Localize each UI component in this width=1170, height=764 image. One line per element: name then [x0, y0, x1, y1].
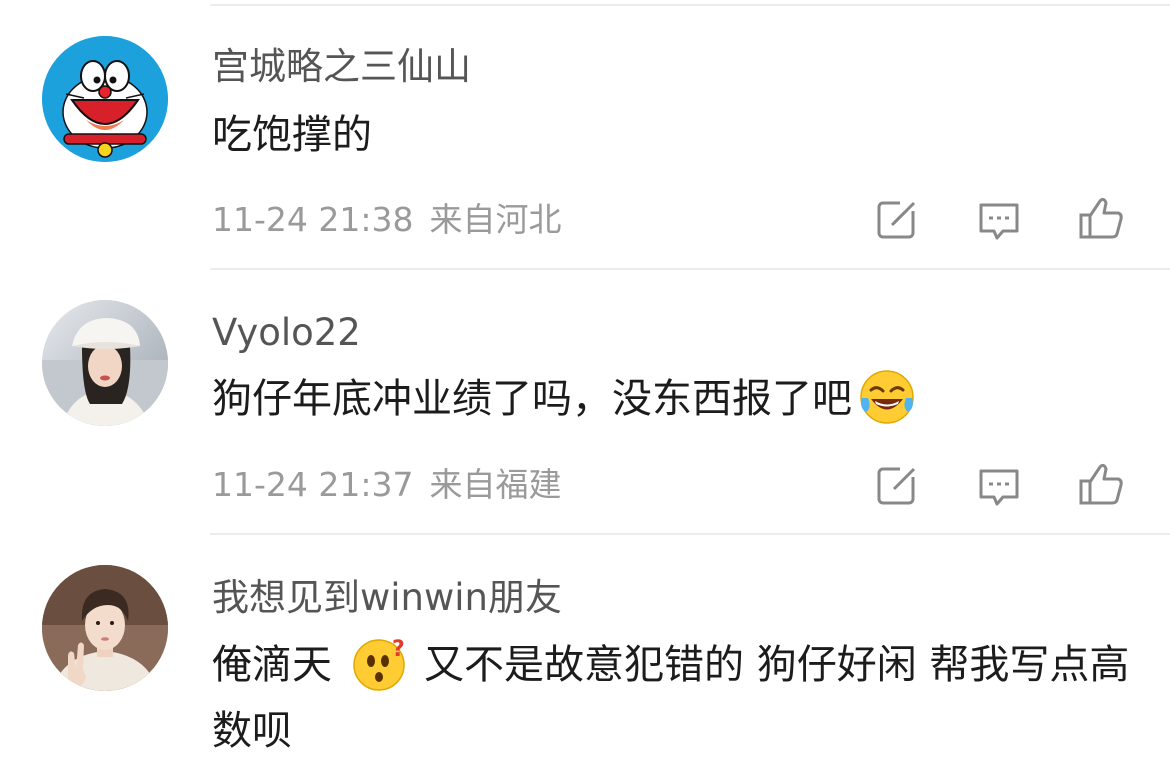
comment-location: 来自河北 — [429, 200, 562, 239]
young-man-peace-sign-avatar-icon — [42, 565, 168, 691]
comment-time: 11-24 21:37 — [212, 465, 414, 504]
comment-text-main: 狗仔年底冲业绩了吗，没东西报了吧 — [212, 376, 852, 422]
girl-white-hat-avatar-icon — [42, 300, 168, 426]
username[interactable]: Vyolo22 — [212, 314, 361, 351]
repost-button[interactable] — [873, 462, 921, 510]
comment-item: 我想见到winwin朋友 俺滴天 ? 又不是故意犯错的 狗仔好闲 帮我写点高数呗 — [0, 535, 1170, 759]
comment-text-continued: 又不是故意犯错的 狗仔好闲 帮我写点高数呗 — [212, 642, 1130, 754]
repost-icon — [877, 197, 920, 239]
avatar[interactable] — [42, 300, 168, 426]
comment-text-main: 俺滴天 — [212, 642, 332, 688]
username[interactable]: 宫城略之三仙山 — [212, 48, 471, 85]
svg-text:?: ? — [392, 637, 405, 662]
comment-icon — [979, 203, 1019, 240]
comment-text: 俺滴天 ? 又不是故意犯错的 狗仔好闲 帮我写点高数呗 — [212, 632, 1152, 764]
comment-location: 来自福建 — [429, 465, 562, 504]
like-icon — [1079, 463, 1123, 505]
comment-meta: 11-24 21:38 来自河北 — [212, 203, 561, 236]
comment-item: Vyolo22 狗仔年底冲业绩了吗，没东西报了吧 11-24 21:37 来自福建 — [0, 270, 1170, 536]
laughing-crying-emoji-icon — [858, 368, 916, 426]
repost-icon — [877, 463, 920, 505]
like-button[interactable] — [1077, 460, 1125, 508]
avatar[interactable] — [42, 565, 168, 691]
comment-text: 狗仔年底冲业绩了吗，没东西报了吧 — [212, 366, 1152, 432]
comment-icon — [979, 469, 1019, 506]
comment-item: 宫城略之三仙山 吃饱撑的 11-24 21:38 来自河北 — [0, 0, 1170, 270]
comment-text: 吃饱撑的 — [212, 112, 372, 158]
doraemon-avatar-icon — [42, 36, 168, 162]
like-button[interactable] — [1077, 194, 1125, 242]
comment-time: 11-24 21:38 — [212, 200, 414, 239]
confused-face-emoji-icon: ? — [352, 634, 410, 692]
username[interactable]: 我想见到winwin朋友 — [212, 579, 562, 616]
repost-button[interactable] — [873, 196, 921, 244]
like-icon — [1079, 197, 1123, 239]
comment-meta: 11-24 21:37 来自福建 — [212, 468, 561, 501]
avatar[interactable] — [42, 36, 168, 162]
comment-button[interactable] — [975, 462, 1023, 510]
comment-button[interactable] — [975, 196, 1023, 244]
